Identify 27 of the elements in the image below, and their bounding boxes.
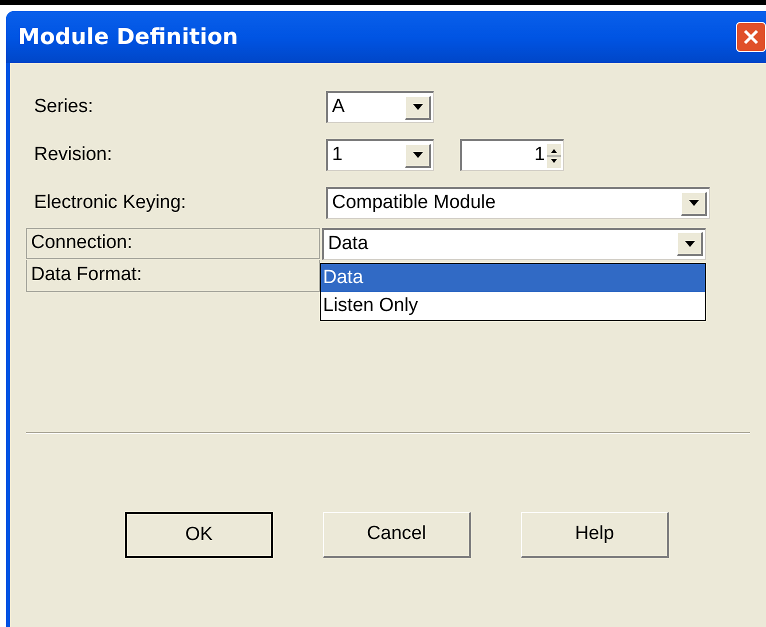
dropdown-button[interactable] <box>677 232 703 256</box>
field-label: Electronic Keying: <box>34 192 186 213</box>
dropdown-button[interactable] <box>405 96 431 120</box>
dropdown-field[interactable]: A <box>326 91 434 123</box>
dialog-button[interactable]: Cancel <box>323 512 471 558</box>
dropdown-field[interactable]: Data <box>322 228 706 260</box>
caret-icon <box>412 104 422 110</box>
dialog-button[interactable]: OK <box>125 512 273 558</box>
spinner-field[interactable]: 1 <box>460 139 564 171</box>
dropdown-button[interactable] <box>405 144 431 168</box>
close-icon <box>743 29 759 45</box>
dropdown-button[interactable] <box>681 192 707 216</box>
dropdown-field[interactable]: 1 <box>326 139 434 171</box>
dialog-button[interactable]: Help <box>521 512 669 558</box>
window-title: Module Definition <box>18 24 238 52</box>
field-label: Revision: <box>34 144 112 165</box>
caret-icon <box>684 240 694 246</box>
caret-icon <box>412 152 422 158</box>
grid-cell: Connection: <box>26 228 320 259</box>
field-label: Series: <box>34 96 94 117</box>
close-button[interactable] <box>736 22 766 52</box>
spin-arrows-icon[interactable] <box>547 144 561 168</box>
dropdown-option[interactable]: Listen Only <box>321 292 705 320</box>
dropdown-field[interactable]: Compatible Module <box>326 187 710 219</box>
grid-cell: Data Format: <box>26 260 320 292</box>
dropdown-option[interactable]: Data <box>321 264 705 292</box>
caret-icon <box>688 200 698 206</box>
